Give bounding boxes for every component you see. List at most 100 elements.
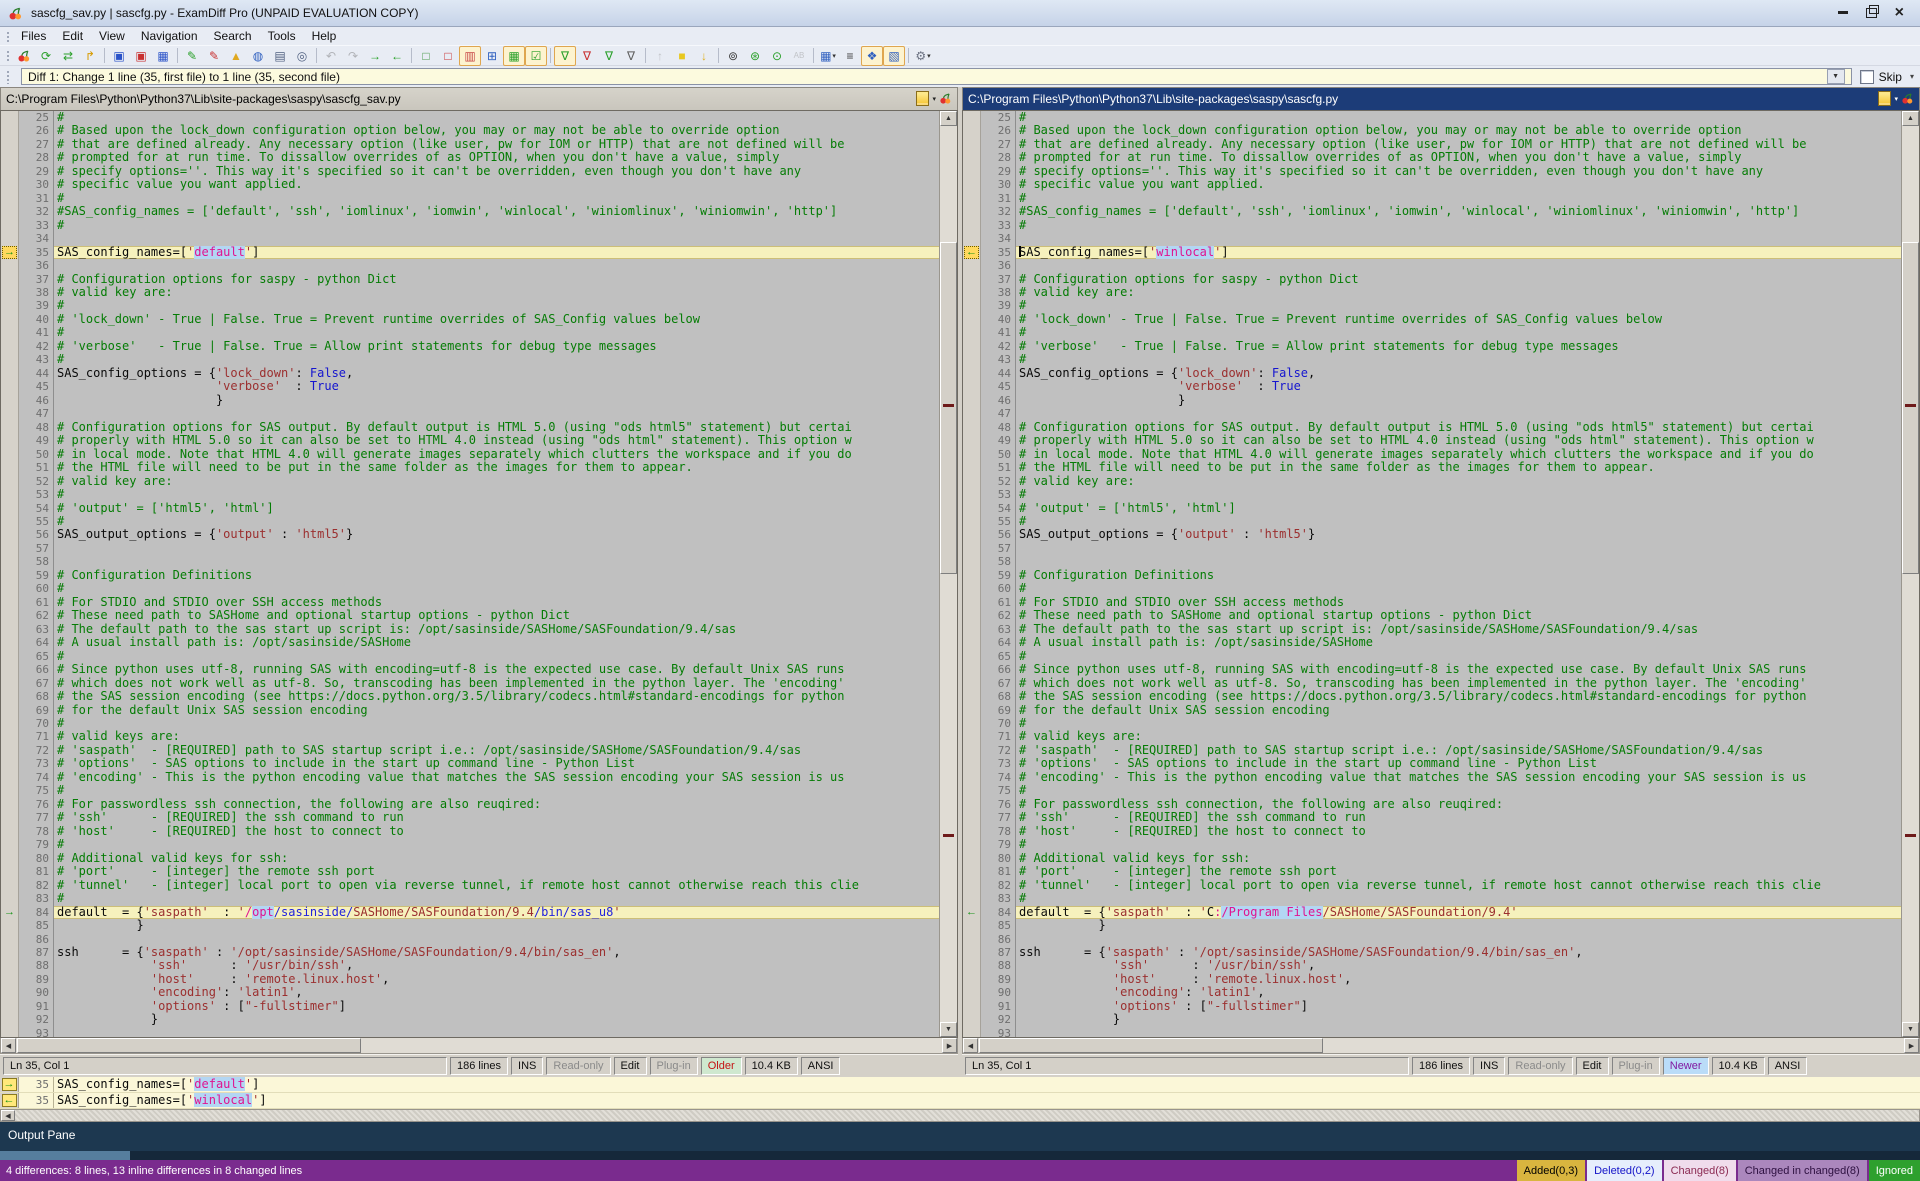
menu-view[interactable]: View	[91, 28, 133, 44]
find-icon[interactable]: ⊚	[722, 46, 744, 66]
left-compare-icon[interactable]	[939, 92, 952, 105]
show-second-only-icon[interactable]: □	[437, 46, 459, 66]
diffbar-overflow-chevron[interactable]: ▾	[1910, 72, 1914, 81]
find-previous-icon[interactable]: ⊙	[766, 46, 788, 66]
undo-icon[interactable]: ↶	[320, 46, 342, 66]
match-case-icon[interactable]: AB	[788, 46, 810, 66]
print-icon[interactable]: ▤	[269, 46, 291, 66]
menu-files[interactable]: Files	[13, 28, 54, 44]
copy-block-to-first-icon[interactable]: ←	[386, 46, 408, 66]
left-scroll-right-icon[interactable]: ▶	[942, 1038, 957, 1053]
copy-block-to-second-icon[interactable]: →	[364, 46, 386, 66]
left-path-dropdown-icon[interactable]: ▾	[932, 95, 936, 103]
menu-navigation[interactable]: Navigation	[133, 28, 206, 44]
plugins-icon[interactable]: ❖	[861, 46, 883, 66]
left-file-path-header[interactable]: C:\Program Files\Python\Python37\Lib\sit…	[0, 87, 958, 110]
copy-to-left-arrow-icon[interactable]: ←	[966, 907, 977, 918]
right-scroll-right-icon[interactable]: ▶	[1904, 1038, 1919, 1053]
right-horizontal-scrollbar[interactable]: ◀ ▶	[962, 1038, 1920, 1054]
toolbar-grip[interactable]	[5, 49, 10, 62]
diff-list-dropdown[interactable]: ▼	[1827, 69, 1845, 84]
view-options-icon[interactable]: ▦▾	[817, 46, 839, 66]
menu-tools[interactable]: Tools	[260, 28, 304, 44]
copy-to-right-arrow-icon[interactable]: →	[4, 247, 15, 258]
skip-checkbox[interactable]	[1860, 70, 1874, 84]
diff-marker-gutter[interactable]: ←	[963, 906, 981, 919]
copy-to-left-arrow-icon[interactable]: ←	[966, 247, 977, 258]
detail-scroll-track[interactable]	[15, 1110, 1919, 1121]
line-details-icon[interactable]: ≡	[839, 46, 861, 66]
open-files-icon[interactable]: ↱	[79, 46, 101, 66]
find-next-icon[interactable]: ⊛	[744, 46, 766, 66]
minimize-button[interactable]	[1838, 11, 1848, 16]
save-as-icon[interactable]: ▲	[225, 46, 247, 66]
save-both-files-icon[interactable]: ▦	[152, 46, 174, 66]
edit-second-file-icon[interactable]: ✎	[203, 46, 225, 66]
diff-detail-scrollbar[interactable]: ◀	[0, 1109, 1920, 1122]
copy-to-left-arrow-icon[interactable]: ←	[2, 1094, 17, 1107]
publish-report-icon[interactable]: ◍	[247, 46, 269, 66]
hide-added-filter-icon[interactable]: ∇	[598, 46, 620, 66]
right-editor[interactable]: 25#26# Based upon the lock_down configur…	[962, 110, 1920, 1038]
right-scroll-down-icon[interactable]: ▼	[1902, 1022, 1919, 1037]
redo-icon[interactable]: ↷	[342, 46, 364, 66]
right-file-path-header[interactable]: C:\Program Files\Python\Python37\Lib\sit…	[962, 87, 1920, 110]
diff-marker-gutter[interactable]: →	[1, 906, 19, 919]
diff-marker-gutter[interactable]: ←	[963, 246, 981, 259]
right-path-dropdown-icon[interactable]: ▾	[1894, 95, 1898, 103]
save-first-file-icon[interactable]: ▣	[108, 46, 130, 66]
right-scroll-left-icon[interactable]: ◀	[963, 1038, 978, 1053]
copy-to-right-arrow-icon[interactable]: →	[4, 907, 15, 918]
menu-edit[interactable]: Edit	[54, 28, 91, 44]
search-filter-icon[interactable]: ∇	[620, 46, 642, 66]
right-vertical-scrollbar[interactable]: ▲ ▼	[1901, 111, 1919, 1037]
previous-diff-icon[interactable]: ↑	[649, 46, 671, 66]
current-diff-icon[interactable]: ■	[671, 46, 693, 66]
save-second-file-icon[interactable]: ▣	[130, 46, 152, 66]
left-scroll-up-icon[interactable]: ▲	[940, 111, 957, 126]
left-scroll-down-icon[interactable]: ▼	[940, 1022, 957, 1037]
synchronized-scrolling-icon[interactable]: ▦	[503, 46, 525, 66]
left-editor[interactable]: 25#26# Based upon the lock_down configur…	[0, 110, 958, 1038]
detail-scroll-left-icon[interactable]: ◀	[1, 1110, 15, 1121]
left-horizontal-scrollbar[interactable]: ◀ ▶	[0, 1038, 958, 1054]
right-scroll-up-icon[interactable]: ▲	[1902, 111, 1919, 126]
diff-detail-gutter[interactable]: →	[0, 1077, 19, 1092]
restore-button[interactable]	[1866, 8, 1877, 18]
menu-search[interactable]: Search	[206, 28, 260, 44]
close-button[interactable]: ×	[1895, 7, 1904, 19]
menubar-grip[interactable]	[5, 30, 10, 43]
left-hscroll-thumb[interactable]	[17, 1038, 361, 1053]
copy-to-right-arrow-icon[interactable]: →	[2, 1078, 17, 1091]
next-diff-icon[interactable]: ↓	[693, 46, 715, 66]
left-copy-path-icon[interactable]	[916, 91, 929, 106]
diff-detail-gutter[interactable]: ←	[0, 1093, 19, 1108]
show-statistics-icon[interactable]: ☑	[525, 46, 547, 66]
editor-options-icon[interactable]: ▧	[883, 46, 905, 66]
left-vscroll-thumb[interactable]	[940, 242, 957, 574]
left-scroll-left-icon[interactable]: ◀	[1, 1038, 16, 1053]
current-diff-field[interactable]: Diff 1: Change 1 line (35, first file) t…	[21, 68, 1852, 85]
hide-deleted-filter-icon[interactable]: ∇	[576, 46, 598, 66]
edit-first-file-icon[interactable]: ✎	[181, 46, 203, 66]
compare-files-icon[interactable]	[13, 46, 35, 66]
show-first-only-icon[interactable]: □	[415, 46, 437, 66]
diffbar-grip[interactable]	[5, 69, 10, 84]
menu-help[interactable]: Help	[304, 28, 345, 44]
grid-view-icon[interactable]: ⊞	[481, 46, 503, 66]
recompare-icon[interactable]: ⟳	[35, 46, 57, 66]
left-vertical-scrollbar[interactable]: ▲ ▼	[939, 111, 957, 1037]
print-preview-icon[interactable]: ◎	[291, 46, 313, 66]
right-copy-path-icon[interactable]	[1878, 91, 1891, 106]
diff-marker-gutter[interactable]: →	[1, 246, 19, 259]
current-diff-marker[interactable]: ←	[964, 246, 979, 259]
settings-icon[interactable]: ⚙▾	[912, 46, 934, 66]
right-vscroll-thumb[interactable]	[1902, 242, 1919, 574]
current-diff-marker[interactable]: →	[2, 246, 17, 259]
right-hscroll-thumb[interactable]	[979, 1038, 1323, 1053]
show-all-diffs-filter-icon[interactable]: ∇	[554, 46, 576, 66]
split-view-icon[interactable]: ▥	[459, 46, 481, 66]
swap-panes-icon[interactable]: ⇄	[57, 46, 79, 66]
right-compare-icon[interactable]	[1901, 92, 1914, 105]
output-pane-tab[interactable]	[0, 1151, 130, 1160]
